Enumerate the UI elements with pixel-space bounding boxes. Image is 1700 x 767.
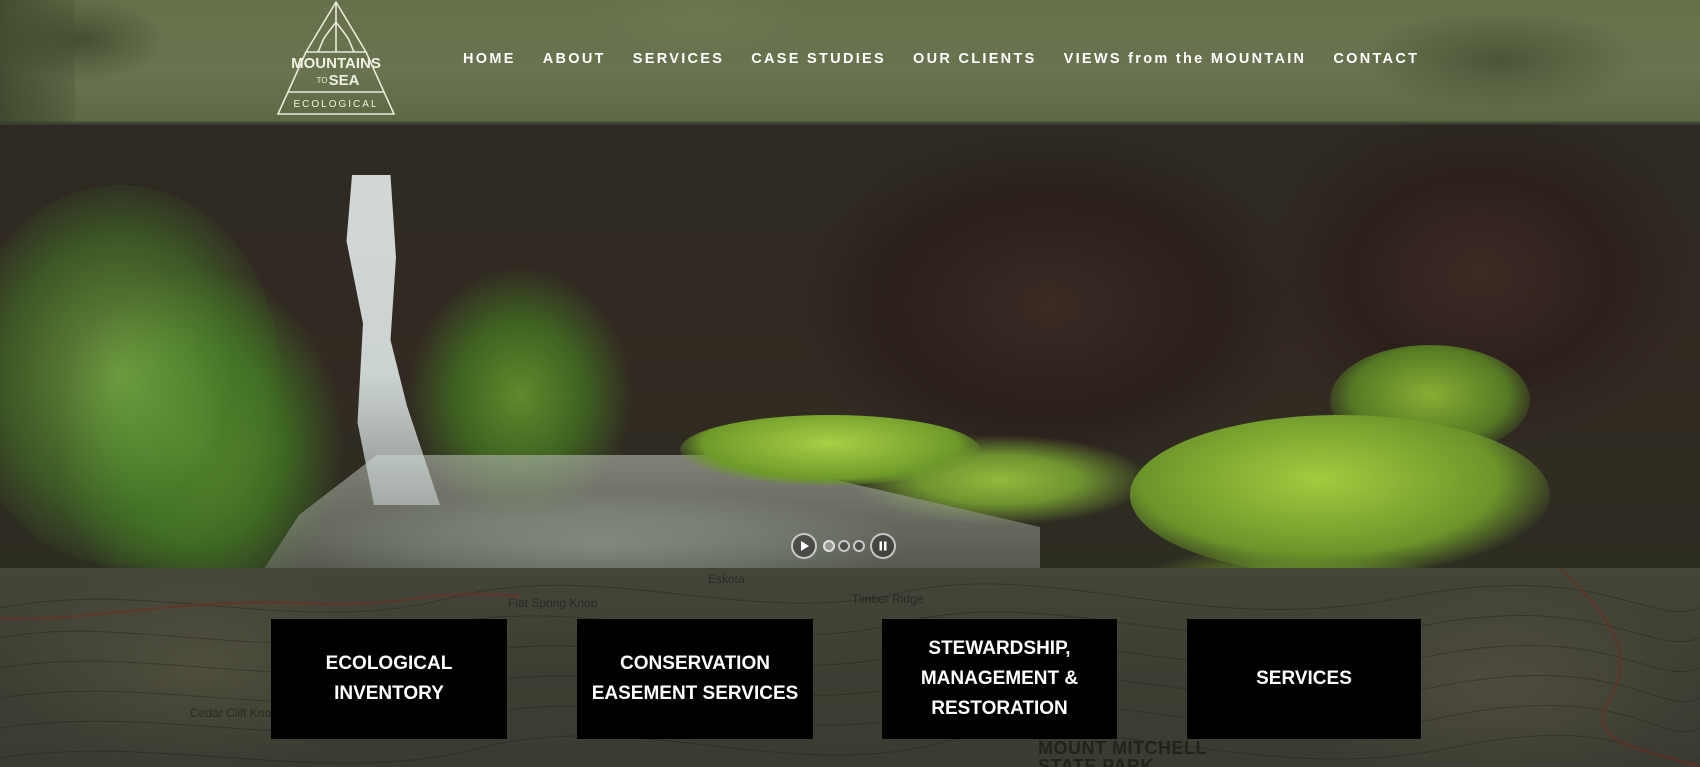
main-nav: HOME ABOUT SERVICES CASE STUDIES OUR CLI… (463, 49, 1419, 69)
card-stewardship-management-restoration[interactable]: STEWARDSHIP, MANAGEMENT & RESTORATION (882, 619, 1117, 739)
nav-about[interactable]: ABOUT (543, 51, 606, 67)
header-background-foliage (0, 0, 75, 123)
hero-waterfall (346, 175, 440, 505)
card-label: STEWARDSHIP, MANAGEMENT & RESTORATION (920, 638, 1079, 719)
slider-dot[interactable] (823, 540, 835, 552)
svg-text:SEA: SEA (329, 72, 360, 89)
nav-contact[interactable]: CONTACT (1333, 51, 1419, 67)
nav-our-clients[interactable]: OUR CLIENTS (913, 51, 1037, 67)
map-label: Flat Spring Knob (508, 596, 598, 610)
slider-play-button[interactable] (791, 533, 817, 559)
card-label: CONSERVATION EASEMENT SERVICES (591, 653, 799, 704)
card-services[interactable]: SERVICES (1187, 619, 1421, 739)
hero-moss-rock (1130, 415, 1550, 568)
card-label: ECOLOGICAL INVENTORY (325, 653, 453, 704)
svg-text:ECOLOGICAL: ECOLOGICAL (293, 99, 378, 110)
card-conservation-easement-services[interactable]: CONSERVATION EASEMENT SERVICES (577, 619, 813, 739)
mountain-logo-icon: MOUNTAINS TO SEA ECOLOGICAL (276, 0, 396, 115)
map-label: Timber Ridge (852, 592, 924, 606)
map-label: Cedar Cliff Knob (190, 706, 278, 720)
slider-dot[interactable] (853, 540, 865, 552)
nav-case-studies[interactable]: CASE STUDIES (751, 51, 886, 67)
card-ecological-inventory[interactable]: ECOLOGICAL INVENTORY (271, 619, 507, 739)
site-logo[interactable]: MOUNTAINS TO SEA ECOLOGICAL (266, 0, 406, 116)
play-icon (801, 541, 809, 551)
slider-controls (791, 532, 896, 560)
map-label: STATE PARK (1038, 756, 1154, 767)
slider-dots (823, 540, 865, 552)
map-contour-lines (0, 568, 1700, 767)
map-label: Eskota (708, 572, 745, 586)
site-header: MOUNTAINS TO SEA ECOLOGICAL HOME ABOUT S… (0, 0, 1700, 123)
slider-pause-button[interactable] (870, 533, 896, 559)
svg-text:MOUNTAINS: MOUNTAINS (291, 55, 381, 72)
card-label: SERVICES (1256, 668, 1352, 689)
nav-views-from-the-mountain[interactable]: VIEWS from the MOUNTAIN (1064, 51, 1307, 67)
slider-dot[interactable] (838, 540, 850, 552)
pause-icon (879, 541, 887, 551)
svg-text:TO: TO (317, 76, 328, 85)
hero-slideshow (0, 125, 1700, 568)
nav-home[interactable]: HOME (463, 51, 516, 67)
hero-foliage (0, 185, 280, 565)
nav-services[interactable]: SERVICES (633, 51, 724, 67)
hero-moss-rock (680, 415, 980, 485)
topographic-map-section: Flat Spring Knob Eskota Timber Ridge Ced… (0, 568, 1700, 767)
